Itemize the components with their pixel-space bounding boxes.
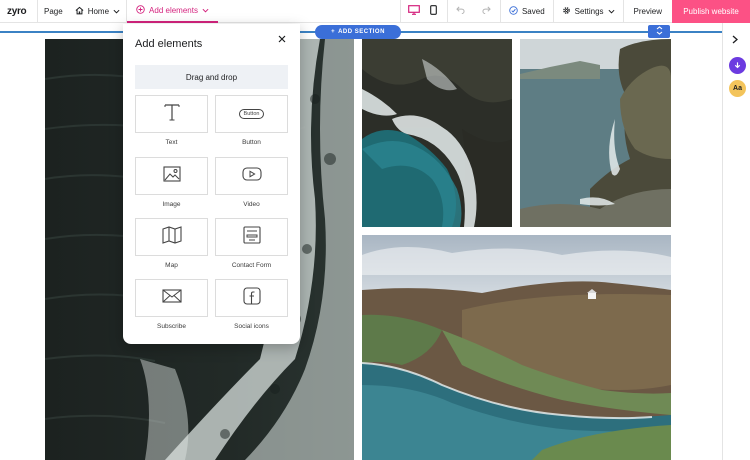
check-circle-icon — [509, 5, 518, 17]
photo-sea-cliffs[interactable] — [520, 39, 671, 227]
form-icon — [242, 225, 261, 249]
settings-label: Settings — [574, 6, 604, 16]
element-tile-text[interactable] — [135, 95, 208, 133]
top-bar: zyro Page Home Add elements Saved Settin… — [0, 0, 750, 23]
chevron-down-icon — [113, 7, 120, 16]
move-section-button[interactable] — [648, 25, 670, 38]
preview-label: Preview — [633, 6, 662, 16]
home-label: Home — [87, 6, 110, 16]
add-section-label: ADD SECTION — [338, 29, 385, 35]
facebook-icon — [242, 286, 261, 310]
element-tile-subscribe[interactable] — [135, 279, 208, 317]
tile-label: Social icons — [234, 323, 269, 330]
button-icon: Button — [238, 109, 265, 119]
video-icon — [241, 166, 262, 186]
typography-button[interactable]: Aa — [729, 80, 746, 97]
photo-waves-rocks[interactable] — [362, 39, 512, 227]
element-tile-image[interactable] — [135, 157, 208, 195]
envelope-icon — [161, 288, 182, 308]
coastal-hills-image — [362, 235, 671, 460]
redo-button[interactable] — [474, 0, 500, 23]
undo-button[interactable] — [448, 0, 474, 23]
tile-label: Image — [162, 201, 181, 208]
image-icon — [162, 165, 181, 187]
saved-status: Saved — [501, 0, 553, 23]
tile-label: Video — [243, 201, 260, 208]
zyro-logo[interactable]: zyro — [0, 6, 37, 17]
chevron-up-down-icon — [656, 26, 663, 37]
text-icon — [164, 103, 180, 126]
close-icon[interactable] — [278, 34, 286, 46]
chevron-down-icon — [608, 7, 615, 16]
undo-icon — [456, 6, 465, 16]
element-tile-button[interactable]: Button — [215, 95, 288, 133]
sea-cliffs-image — [520, 39, 671, 227]
add-elements-button[interactable]: Add elements — [127, 0, 218, 23]
tile-label: Contact Form — [231, 262, 272, 269]
home-icon — [75, 6, 84, 17]
element-tile-contact-form[interactable] — [215, 218, 288, 256]
element-tile-map[interactable] — [135, 218, 208, 256]
waves-rocks-image — [362, 39, 512, 227]
divider — [399, 0, 401, 23]
publish-website-button[interactable]: Publish website — [672, 0, 750, 23]
page-label: Page — [44, 6, 63, 16]
home-page-dropdown[interactable]: Home — [69, 0, 126, 23]
plus-circle-icon — [136, 4, 145, 16]
mobile-view-button[interactable] — [424, 0, 443, 23]
desktop-icon — [408, 5, 421, 17]
tile-label: Button — [242, 139, 261, 146]
editor-canvas[interactable]: + ADD SECTION — [0, 23, 722, 460]
drag-and-drop-hint: Drag and drop — [135, 65, 288, 89]
chevron-down-icon — [202, 6, 209, 15]
plus-icon: + — [331, 29, 336, 35]
panel-title: Add elements — [135, 38, 203, 50]
element-tile-video[interactable] — [215, 157, 288, 195]
download-icon[interactable] — [729, 57, 746, 74]
redo-icon — [482, 6, 492, 16]
settings-dropdown[interactable]: Settings — [554, 0, 623, 23]
mobile-icon — [430, 5, 437, 17]
page-menu[interactable]: Page — [38, 0, 69, 23]
map-icon — [161, 225, 182, 249]
desktop-view-button[interactable] — [405, 0, 424, 23]
gear-icon — [562, 6, 571, 17]
element-tile-social-icons[interactable] — [215, 279, 288, 317]
right-rail: Aa — [722, 23, 750, 460]
tile-label: Text — [165, 139, 178, 146]
photo-coastal-hills[interactable] — [362, 235, 671, 460]
preview-button[interactable]: Preview — [624, 0, 672, 23]
add-section-button[interactable]: + ADD SECTION — [315, 25, 401, 39]
add-elements-label: Add elements — [149, 5, 198, 15]
tile-label: Subscribe — [157, 323, 186, 330]
saved-label: Saved — [521, 6, 545, 16]
chevron-right-icon[interactable] — [732, 35, 738, 47]
tile-label: Map — [165, 262, 178, 269]
add-elements-panel: Add elements Drag and drop Text Button B… — [123, 24, 300, 344]
